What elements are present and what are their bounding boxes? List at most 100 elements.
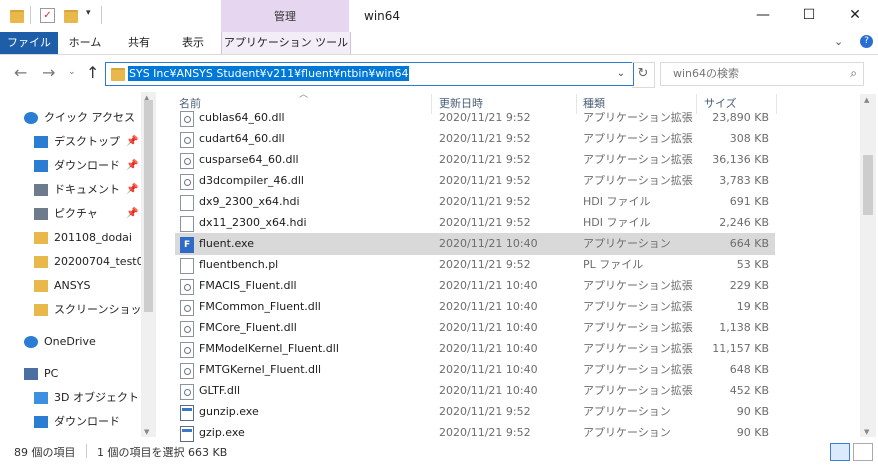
quick-access-toolbar-dropdown-icon[interactable]: ▾ bbox=[86, 8, 91, 18]
forward-arrow-icon[interactable]: → bbox=[42, 63, 55, 82]
tab-application-tools[interactable]: アプリケーション ツール bbox=[221, 32, 351, 54]
properties-icon[interactable]: ✓ bbox=[40, 8, 55, 23]
file-row[interactable]: cusparse64_60.dll 2020/11/21 9:52 アプリケーション… bbox=[175, 149, 775, 171]
file-size: 1,138 KB bbox=[719, 321, 769, 334]
sort-ascending-icon: ︿ bbox=[299, 90, 309, 100]
address-dropdown-icon[interactable]: ⌄ bbox=[610, 63, 632, 85]
file-row[interactable]: dx11_2300_x64.hdi 2020/11/21 9:52 HDI ファイル… bbox=[175, 212, 775, 234]
fluent-app-icon bbox=[180, 237, 194, 253]
file-row[interactable]: GLTF.dll 2020/11/21 10:40 アプリケーション拡張 452 KB bbox=[175, 380, 775, 402]
file-row[interactable]: fluent.exe 2020/11/21 10:40 アプリケーション 664 KB bbox=[175, 233, 775, 255]
large-icons-view-icon[interactable] bbox=[853, 443, 873, 461]
scroll-down-icon[interactable]: ▼ bbox=[144, 428, 149, 436]
nav-item[interactable]: クイック アクセス bbox=[0, 107, 140, 129]
pin-icon[interactable]: 📌 bbox=[126, 203, 138, 225]
column-divider[interactable] bbox=[776, 94, 777, 114]
tab-home[interactable]: ホーム bbox=[62, 32, 108, 54]
tab-file[interactable]: ファイル bbox=[0, 32, 58, 54]
tab-share[interactable]: 共有 bbox=[116, 32, 162, 54]
address-bar[interactable]: SYS Inc¥ANSYS Student¥v211¥fluent¥ntbin¥… bbox=[105, 62, 634, 86]
search-box[interactable]: ⌕ bbox=[660, 62, 864, 86]
file-size: 53 KB bbox=[736, 258, 769, 271]
nav-item-label: スクリーンショット bbox=[54, 303, 153, 316]
search-input[interactable] bbox=[671, 66, 835, 81]
file-date: 2020/11/21 10:40 bbox=[439, 321, 538, 334]
file-row[interactable]: FMCommon_Fluent.dll 2020/11/21 10:40 アプリケー… bbox=[175, 296, 775, 318]
file-date: 2020/11/21 9:52 bbox=[439, 132, 531, 145]
nav-item[interactable]: ダウンロード bbox=[0, 411, 140, 433]
close-button[interactable]: ✕ bbox=[832, 0, 878, 30]
nav-item[interactable]: スクリーンショット bbox=[0, 299, 152, 321]
file-row[interactable]: fluentbench.pl 2020/11/21 9:52 PL ファイル 53 K… bbox=[175, 254, 775, 276]
scroll-down-icon[interactable]: ▼ bbox=[864, 428, 869, 436]
search-icon[interactable]: ⌕ bbox=[850, 66, 857, 81]
nav-item[interactable]: PC bbox=[0, 363, 140, 385]
new-folder-icon[interactable] bbox=[64, 10, 78, 23]
nav-item-label: 20200704_test03 bbox=[54, 255, 151, 268]
scroll-up-icon[interactable]: ▲ bbox=[864, 96, 869, 104]
nav-item[interactable]: 3D オブジェクト bbox=[0, 387, 140, 409]
file-list-scrollbar-thumb[interactable] bbox=[863, 155, 873, 215]
file-list-scrollbar[interactable] bbox=[860, 94, 876, 437]
divider bbox=[86, 444, 87, 458]
minimize-button[interactable]: — bbox=[740, 0, 786, 30]
file-date: 2020/11/21 10:40 bbox=[439, 300, 538, 313]
nav-item[interactable]: ドキュメント 📌 bbox=[0, 179, 140, 201]
cube-icon bbox=[34, 392, 48, 404]
nav-item[interactable]: ANSYS bbox=[0, 275, 140, 297]
file-name: d3dcompiler_46.dll bbox=[199, 174, 304, 187]
file-row[interactable]: cudart64_60.dll 2020/11/21 9:52 アプリケーション拡張… bbox=[175, 128, 775, 150]
nav-item[interactable]: 20200704_test03 bbox=[0, 251, 151, 273]
nav-item[interactable]: 201108_dodai bbox=[0, 227, 140, 249]
recent-locations-dropdown-icon[interactable]: ⌄ bbox=[68, 67, 76, 77]
up-arrow-icon[interactable]: ↑ bbox=[86, 63, 99, 82]
pin-icon[interactable]: 📌 bbox=[126, 179, 138, 201]
folder-icon bbox=[10, 10, 24, 23]
selection-info: 1 個の項目を選択 663 KB bbox=[97, 446, 228, 459]
file-type: アプリケーション bbox=[583, 405, 671, 418]
nav-item[interactable]: デスクトップ 📌 bbox=[0, 131, 140, 153]
download-icon bbox=[34, 160, 48, 172]
nav-scrollbar-thumb[interactable] bbox=[144, 100, 153, 312]
desktop-icon bbox=[34, 136, 48, 148]
file-row[interactable]: FMACIS_Fluent.dll 2020/11/21 10:40 アプリケーショ… bbox=[175, 275, 775, 297]
tab-view[interactable]: 表示 bbox=[170, 32, 216, 54]
file-name: cublas64_60.dll bbox=[199, 111, 285, 124]
address-path[interactable]: SYS Inc¥ANSYS Student¥v211¥fluent¥ntbin¥… bbox=[128, 66, 410, 81]
back-arrow-icon[interactable]: ← bbox=[14, 63, 27, 82]
file-size: 36,136 KB bbox=[712, 153, 769, 166]
file-date: 2020/11/21 9:52 bbox=[439, 405, 531, 418]
help-icon[interactable]: ? bbox=[860, 35, 873, 48]
nav-item[interactable]: OneDrive bbox=[0, 331, 140, 353]
file-name: GLTF.dll bbox=[199, 384, 241, 397]
file-row[interactable]: FMModelKernel_Fluent.dll 2020/11/21 10:40… bbox=[175, 338, 775, 360]
cloud-icon bbox=[24, 336, 38, 348]
file-row[interactable]: d3dcompiler_46.dll 2020/11/21 9:52 アプリケーショ… bbox=[175, 170, 775, 192]
file-icon bbox=[180, 195, 194, 211]
file-name: fluentbench.pl bbox=[199, 258, 279, 271]
file-name: FMModelKernel_Fluent.dll bbox=[199, 342, 339, 355]
file-row[interactable]: FMCore_Fluent.dll 2020/11/21 10:40 アプリケーショ… bbox=[175, 317, 775, 339]
file-date: 2020/11/21 9:52 bbox=[439, 111, 531, 124]
nav-item[interactable]: ダウンロード 📌 bbox=[0, 155, 140, 177]
maximize-button[interactable]: ☐ bbox=[786, 0, 832, 30]
dll-file-icon bbox=[180, 132, 194, 148]
expand-ribbon-icon[interactable]: ⌄ bbox=[834, 35, 843, 48]
file-row[interactable]: FMTGKernel_Fluent.dll 2020/11/21 10:40 アプリ… bbox=[175, 359, 775, 381]
pin-icon[interactable]: 📌 bbox=[126, 131, 138, 153]
divider bbox=[30, 6, 31, 24]
manage-tab[interactable]: 管理 bbox=[221, 0, 349, 32]
details-view-icon[interactable] bbox=[830, 443, 850, 461]
file-name: cudart64_60.dll bbox=[199, 132, 285, 145]
dll-file-icon bbox=[180, 363, 194, 379]
file-row[interactable]: cublas64_60.dll 2020/11/21 9:52 アプリケーション拡張… bbox=[175, 107, 775, 129]
file-size: 2,246 KB bbox=[719, 216, 769, 229]
picture-icon bbox=[34, 208, 48, 220]
file-row[interactable]: dx9_2300_x64.hdi 2020/11/21 9:52 HDI ファイル 6… bbox=[175, 191, 775, 213]
nav-item[interactable]: ピクチャ 📌 bbox=[0, 203, 140, 225]
pin-icon[interactable]: 📌 bbox=[126, 155, 138, 177]
refresh-button[interactable]: ↻ bbox=[632, 62, 655, 88]
dll-file-icon bbox=[180, 342, 194, 358]
file-size: 11,157 KB bbox=[712, 342, 769, 355]
file-row[interactable]: gunzip.exe 2020/11/21 9:52 アプリケーション 90 KB bbox=[175, 401, 775, 423]
